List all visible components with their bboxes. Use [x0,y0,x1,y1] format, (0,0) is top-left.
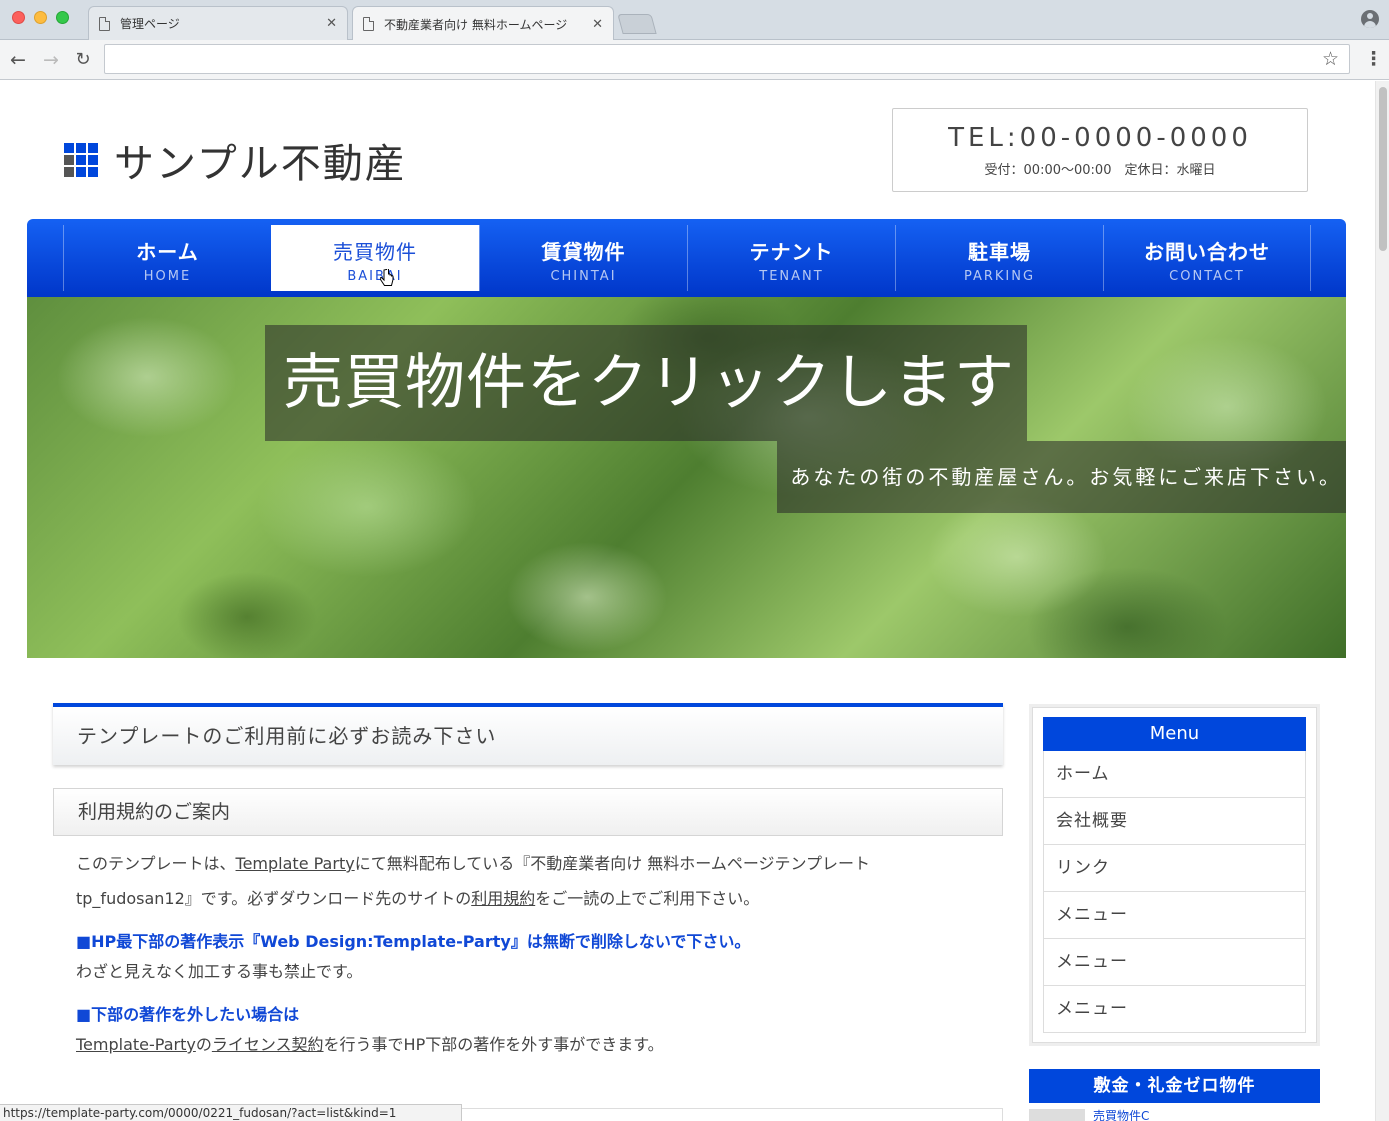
nav-label-jp: テナント [749,240,834,264]
browser-tab-fudosan[interactable]: 不動産業者向け 無料ホームページ ✕ [352,6,614,41]
global-nav: ホーム HOME 売買物件 BAIBAI 賃貸物件 CHINTAI テナント T… [27,219,1346,297]
tab-title: 管理ページ [120,17,180,31]
notice-heading-copyright: ■HP最下部の著作表示『Web Design:Template-Party』は無… [76,932,751,951]
tel-box: TEL:00-0000-0000 受付：00:00〜00:00 定休日：水曜日 [892,108,1308,192]
profile-icon[interactable] [1361,10,1379,28]
template-party-link[interactable]: Template-Party [76,1035,196,1054]
sidebar-item-link[interactable]: リンク [1043,845,1306,892]
window-zoom-button[interactable] [56,11,69,24]
property-link[interactable]: 売買物件C [1093,1109,1149,1121]
sidebar-menu-title: Menu [1043,717,1306,751]
site-logo[interactable]: サンプル不動産 [64,131,407,189]
main-content: テンプレートのご利用前に必ずお読み下さい 利用規約のご案内 このテンプレートは、… [53,703,1003,1062]
nav-item-home[interactable]: ホーム HOME [63,225,271,291]
nav-item-baibai[interactable]: 売買物件 BAIBAI [271,225,479,291]
tab-close-icon[interactable]: ✕ [326,16,337,31]
property-thumbnail[interactable] [1029,1109,1085,1121]
nav-label-jp: 売買物件 [333,240,417,264]
nav-item-tenant[interactable]: テナント TENANT [687,225,895,291]
page-viewport: サンプル不動産 TEL:00-0000-0000 受付：00:00〜00:00 … [0,81,1375,1121]
page-icon [99,16,110,31]
window-minimize-button[interactable] [34,11,47,24]
nav-label-en: HOME [143,269,192,284]
nav-label-jp: ホーム [136,240,199,264]
tab-close-icon[interactable]: ✕ [592,17,603,32]
browser-tab-bar: 管理ページ ✕ 不動産業者向け 無料ホームページ ✕ [0,0,1389,41]
nav-label-en: TENANT [759,269,824,284]
sidebar-item-home[interactable]: ホーム [1043,751,1306,798]
tel-number: TEL:00-0000-0000 [948,123,1252,153]
section-heading: テンプレートのご利用前に必ずお読み下さい [53,703,1003,765]
forward-arrow-icon[interactable]: → [39,48,63,72]
nav-label-en: CHINTAI [550,269,617,284]
menu-kebab-icon[interactable]: ⋮ [1364,48,1383,70]
nav-item-parking[interactable]: 駐車場 PARKING [895,225,1103,291]
page-icon [363,17,374,31]
nav-label-jp: お問い合わせ [1144,240,1270,264]
notice-heading-remove: ■下部の著作を外したい場合は [76,1005,300,1024]
subsection-heading: 利用規約のご案内 [53,788,1003,836]
new-tab-button[interactable] [617,14,657,34]
sidebar: Menu ホーム 会社概要 リンク メニュー メニュー メニュー 敷金・礼金ゼロ… [1029,704,1320,1121]
sidebar-menu-box: Menu ホーム 会社概要 リンク メニュー メニュー メニュー [1029,704,1320,1046]
license-link[interactable]: ライセンス契約 [212,1035,324,1054]
sidebar-item-menu[interactable]: メニュー [1043,939,1306,986]
terms-link[interactable]: 利用規約 [471,889,535,908]
nav-label-en: PARKING [963,269,1036,284]
notice-body-copyright: わざと見えなく加工する事も禁止です。 [76,962,363,981]
notice-body-license: Template-Partyのライセンス契約を行う事でHP下部の著作を外す事がで… [76,1035,664,1054]
browser-tab-admin[interactable]: 管理ページ ✕ [88,6,348,40]
hero-title: 売買物件をクリックします [265,325,1027,441]
nav-label-jp: 駐車場 [968,240,1031,264]
nav-label-jp: 賃貸物件 [541,240,626,264]
hand-pointer-cursor-icon [380,269,394,286]
template-party-link[interactable]: Template Party [236,854,355,873]
address-bar[interactable] [104,44,1350,74]
sidebar-zero-deposit-title: 敷金・礼金ゼロ物件 [1029,1069,1320,1103]
sidebar-item-company[interactable]: 会社概要 [1043,798,1306,845]
nav-item-contact[interactable]: お問い合わせ CONTACT [1103,225,1311,291]
hero-banner: 売買物件をクリックします あなたの街の不動産屋さん。お気軽にご来店下さい。 [27,297,1346,658]
scrollbar-thumb[interactable] [1379,87,1387,251]
tab-title: 不動産業者向け 無料ホームページ [384,17,568,32]
business-hours: 受付：00:00〜00:00 定休日：水曜日 [984,163,1216,178]
nav-label-en: CONTACT [1169,269,1245,284]
nav-item-chintai[interactable]: 賃貸物件 CHINTAI [479,225,687,291]
sidebar-item-menu[interactable]: メニュー [1043,986,1306,1033]
terms-paragraph: このテンプレートは、Template Partyにて無料配布している『不動産業者… [76,854,871,908]
page-scrollbar[interactable] [1375,81,1389,1121]
site-title: サンプル不動産 [114,141,407,187]
sidebar-item-menu[interactable]: メニュー [1043,892,1306,939]
back-arrow-icon[interactable]: ← [6,48,30,72]
nav-label-en: BAIBAI [347,269,403,284]
window-close-button[interactable] [12,11,25,24]
hero-subtitle: あなたの街の不動産屋さん。お気軽にご来店下さい。 [777,441,1346,513]
status-bar-url: https://template-party.com/0000/0221_fud… [0,1104,462,1121]
bookmark-star-icon[interactable]: ☆ [1322,48,1339,70]
sidebar-property-row[interactable]: 売買物件C [1029,1109,1320,1121]
logo-grid-icon [64,143,98,177]
reload-icon[interactable]: ↻ [71,48,95,72]
